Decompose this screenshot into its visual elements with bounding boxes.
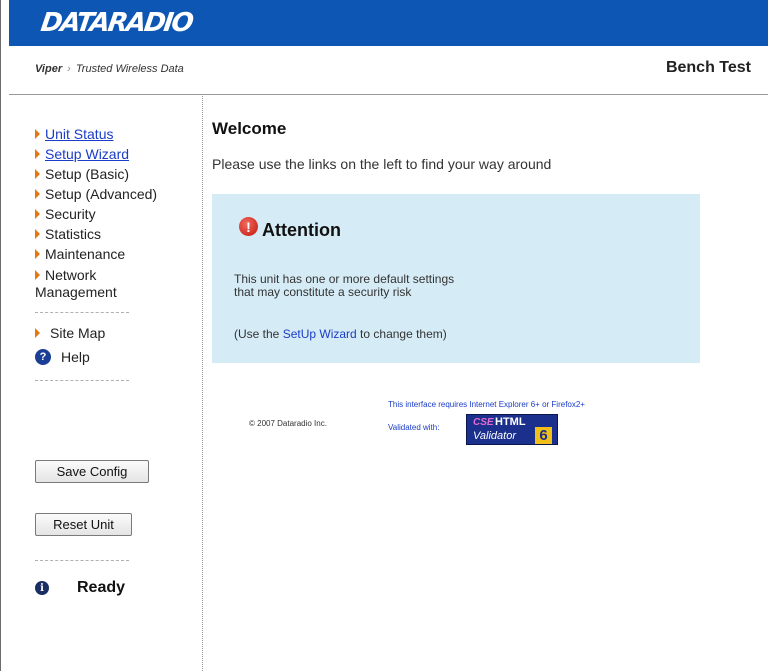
breadcrumb: Viper › Trusted Wireless Data bbox=[35, 63, 184, 75]
arrow-icon bbox=[35, 270, 40, 280]
site-map-link[interactable]: Site Map bbox=[35, 323, 195, 343]
divider bbox=[35, 312, 129, 313]
status-label: Ready bbox=[77, 579, 126, 596]
browser-requirement: This interface requires Internet Explore… bbox=[388, 400, 585, 409]
attention-action: (Use the SetUp Wizard to change them) bbox=[234, 327, 447, 341]
attention-line-2: that may constitute a security risk bbox=[234, 285, 412, 299]
status-indicator: i Ready bbox=[35, 579, 125, 597]
arrow-icon bbox=[35, 129, 40, 139]
page-frame: DATARADIO Viper › Trusted Wireless Data … bbox=[0, 0, 768, 671]
sidebar-item-setup-basic[interactable]: Setup (Basic) bbox=[35, 164, 195, 184]
breadcrumb-current: Trusted Wireless Data bbox=[75, 63, 184, 75]
breadcrumb-bar: Viper › Trusted Wireless Data Bench Test bbox=[9, 46, 768, 95]
arrow-icon bbox=[35, 149, 40, 159]
sidebar-item-security[interactable]: Security bbox=[35, 204, 195, 224]
sidebar-item-maintenance[interactable]: Maintenance bbox=[35, 244, 195, 264]
sidebar-item-setup-advanced[interactable]: Setup (Advanced) bbox=[35, 184, 195, 204]
page-title: Welcome bbox=[212, 119, 287, 138]
warning-icon: ! bbox=[239, 217, 258, 236]
divider bbox=[35, 560, 129, 561]
help-link[interactable]: ? Help bbox=[35, 347, 195, 367]
arrow-icon bbox=[35, 328, 40, 338]
sidebar-item-statistics[interactable]: Statistics bbox=[35, 224, 195, 244]
validated-label: Validated with: bbox=[388, 423, 440, 432]
sidebar: Unit Status Setup Wizard Setup (Basic) S… bbox=[9, 96, 203, 671]
info-icon: i bbox=[35, 581, 49, 595]
attention-box: ! Attention This unit has one or more de… bbox=[212, 194, 700, 363]
device-name: Bench Test bbox=[665, 59, 751, 76]
reset-unit-button[interactable]: Reset Unit bbox=[35, 513, 132, 536]
divider bbox=[35, 380, 129, 381]
arrow-icon bbox=[35, 209, 40, 219]
dataradio-logo: DATARADIO bbox=[38, 6, 194, 40]
sidebar-item-setup-wizard[interactable]: Setup Wizard bbox=[35, 144, 195, 164]
header-bar: DATARADIO bbox=[9, 0, 768, 46]
setup-wizard-link[interactable]: SetUp Wizard bbox=[283, 327, 357, 341]
arrow-icon bbox=[35, 189, 40, 199]
sidebar-nav: Unit Status Setup Wizard Setup (Basic) S… bbox=[35, 124, 195, 391]
attention-title: Attention bbox=[262, 220, 341, 240]
intro-text: Please use the links on the left to find… bbox=[212, 156, 552, 172]
arrow-icon bbox=[35, 249, 40, 259]
html-validator-badge[interactable]: CSE HTML Validator 6 bbox=[466, 414, 558, 445]
main-content: Welcome Please use the links on the left… bbox=[204, 96, 768, 671]
sidebar-item-network-management[interactable]: Network Management bbox=[35, 267, 145, 301]
logo-text: DATARADIO bbox=[38, 8, 194, 38]
help-icon: ? bbox=[35, 349, 51, 365]
arrow-icon bbox=[35, 229, 40, 239]
arrow-icon bbox=[35, 169, 40, 179]
breadcrumb-separator: › bbox=[67, 63, 71, 75]
copyright-text: © 2007 Dataradio Inc. bbox=[249, 419, 327, 428]
sidebar-item-unit-status[interactable]: Unit Status bbox=[35, 124, 195, 144]
attention-message: This unit has one or more default settin… bbox=[234, 273, 454, 299]
breadcrumb-root: Viper bbox=[35, 63, 63, 75]
attention-header: ! Attention bbox=[239, 217, 341, 241]
save-config-button[interactable]: Save Config bbox=[35, 460, 149, 483]
